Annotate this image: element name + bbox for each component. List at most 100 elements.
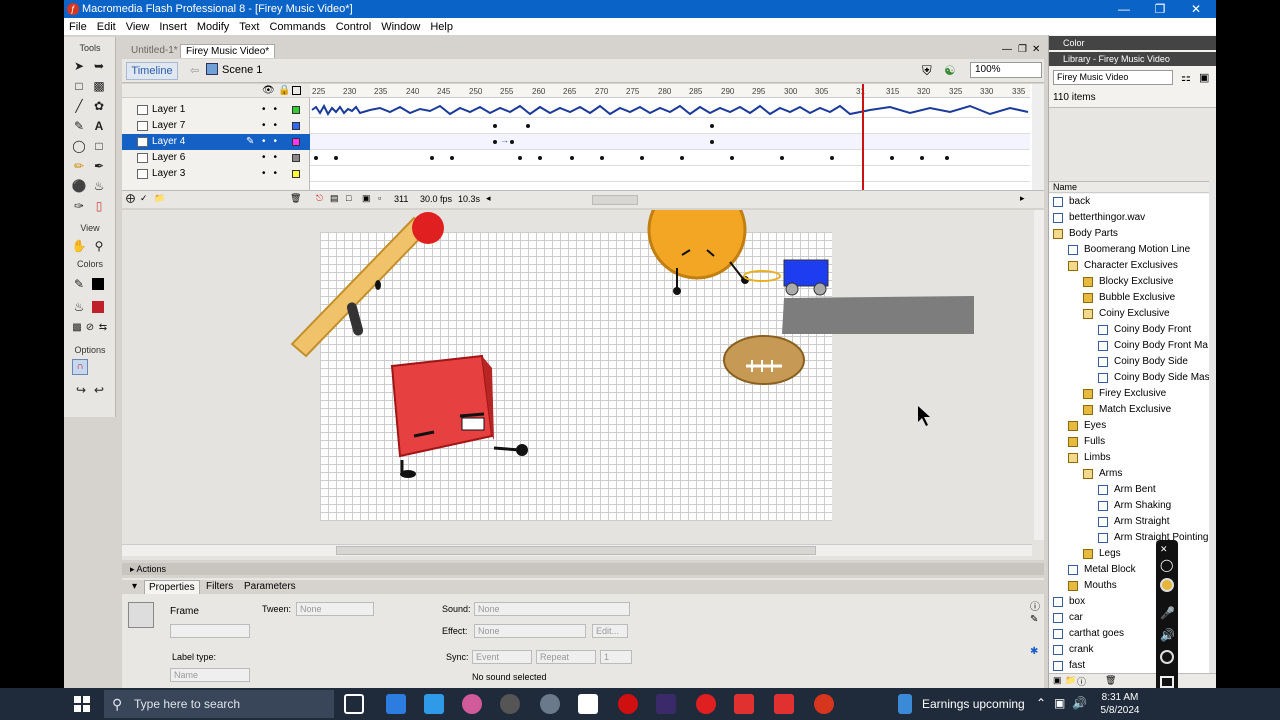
keyframe[interactable] [334, 156, 338, 160]
library-vscroll[interactable] [1209, 181, 1216, 675]
menu-control[interactable]: Control [331, 21, 376, 33]
keyframe[interactable] [570, 156, 574, 160]
tab-parameters[interactable]: Parameters [240, 580, 300, 594]
tab-firey-music-video[interactable]: Firey Music Video* [180, 44, 276, 58]
color-panel-header[interactable]: Color [1049, 36, 1216, 50]
app-icon[interactable] [578, 694, 598, 714]
library-item[interactable]: Blocky Exclusive [1049, 274, 1209, 290]
library-item[interactable]: Arms [1049, 466, 1209, 482]
paint-app-icon[interactable] [462, 694, 482, 714]
keyframe[interactable] [430, 156, 434, 160]
snap-magnet-icon[interactable]: ∩ [72, 359, 88, 375]
taskbar-clock[interactable]: 8:31 AM 5/8/2024 [1094, 688, 1146, 720]
library-item[interactable]: Coiny Body Side [1049, 354, 1209, 370]
back-arrow-icon[interactable]: ⇦ [190, 64, 199, 77]
timeline-vscroll[interactable] [1032, 84, 1044, 190]
timeline-button[interactable]: Timeline [126, 62, 178, 80]
library-select[interactable]: Firey Music Video [1053, 70, 1173, 85]
library-item[interactable]: carthat goes [1049, 626, 1209, 642]
layer-toggles[interactable]: •• [262, 102, 285, 118]
frame-label-input[interactable] [170, 624, 250, 638]
ink-bottle-tool-icon[interactable]: ⚫ [70, 177, 88, 195]
volume-icon[interactable]: 🔊 [1072, 696, 1087, 710]
pencil-tool-icon[interactable]: ✏ [70, 157, 88, 175]
frame-ruler[interactable]: 225 230 235 240 245 250 255 260 265 270 … [310, 84, 1030, 98]
menu-window[interactable]: Window [376, 21, 425, 33]
label-type-select[interactable]: Name [170, 668, 250, 682]
close-icon[interactable]: ✕ [1178, 0, 1214, 18]
keyframe[interactable] [526, 124, 530, 128]
taskbar-search[interactable]: ⚲ Type here to search [104, 690, 334, 718]
mail-icon[interactable] [386, 694, 406, 714]
layer-color-swatch[interactable] [292, 106, 300, 114]
doc-minimize-icon[interactable]: — [1002, 44, 1012, 55]
layer-toggles[interactable]: •• [262, 118, 285, 134]
webcam-icon[interactable] [1160, 650, 1174, 664]
grey-metal-block[interactable] [782, 296, 974, 334]
news-text[interactable]: Earnings upcoming [922, 697, 1025, 711]
stroke-color-icon[interactable]: ✎ [70, 275, 88, 293]
rectangle-tool-icon[interactable]: □ [90, 137, 108, 155]
edit-symbols-icon[interactable]: ⛨ [922, 63, 932, 79]
onion-markers-icon[interactable]: ▫ [378, 193, 381, 203]
straighten-icon[interactable]: ↩ [90, 381, 108, 399]
eraser-tool-icon[interactable]: ▯ [90, 197, 108, 215]
new-folder-icon[interactable]: 📁 [1065, 675, 1076, 686]
library-item[interactable]: Body Parts [1049, 226, 1209, 242]
zoom-tool-icon[interactable]: ⚲ [90, 237, 108, 255]
pen-tool-icon[interactable]: ✎ [70, 117, 88, 135]
hand-tool-icon[interactable]: ✋ [70, 237, 88, 255]
microphone-icon[interactable]: 🎤 [1160, 606, 1175, 620]
edit-effect-button[interactable]: Edit... [592, 624, 628, 638]
minimize-icon[interactable]: — [1106, 0, 1142, 18]
menu-file[interactable]: File [64, 21, 92, 33]
keyframe[interactable] [710, 140, 714, 144]
menu-insert[interactable]: Insert [154, 21, 192, 33]
layer-row[interactable]: Layer 7 •• [122, 118, 310, 134]
record-icon[interactable] [1160, 578, 1174, 592]
scroll-left-icon[interactable]: ◂ [486, 193, 491, 204]
frame-row[interactable] [310, 102, 1030, 118]
keyframe[interactable] [510, 140, 514, 144]
match-character[interactable] [290, 212, 444, 358]
add-layer-icon[interactable]: ⨁ [126, 193, 135, 204]
layer-row[interactable]: Layer 1 •• [122, 102, 310, 118]
brush-tool-icon[interactable]: ✒ [90, 157, 108, 175]
library-item[interactable]: Metal Block [1049, 562, 1209, 578]
keyframe[interactable] [538, 156, 542, 160]
repeat-select[interactable]: Repeat [536, 650, 596, 664]
layer-color-swatch[interactable] [292, 122, 300, 130]
layer-color-swatch[interactable] [292, 154, 300, 162]
camera-icon[interactable]: ◯ [1160, 558, 1173, 572]
task-view-icon[interactable] [344, 694, 364, 714]
layer-color-swatch[interactable] [292, 138, 300, 146]
fill-color-swatch[interactable] [92, 301, 104, 313]
lasso-tool-icon[interactable]: ✿ [90, 97, 108, 115]
library-item[interactable]: Boomerang Motion Line [1049, 242, 1209, 258]
frame-grid[interactable]: 225 230 235 240 245 250 255 260 265 270 … [310, 84, 1030, 190]
stage-workspace[interactable] [122, 210, 1044, 560]
center-frame-icon[interactable]: ⎋ [316, 193, 323, 204]
library-item[interactable]: Match Exclusive [1049, 402, 1209, 418]
keyframe[interactable] [730, 156, 734, 160]
keyframe[interactable] [945, 156, 949, 160]
lock-icon[interactable]: 🔒 [278, 85, 290, 96]
library-item[interactable]: Character Exclusives [1049, 258, 1209, 274]
coiny-character[interactable] [647, 210, 749, 295]
menu-help[interactable]: Help [425, 21, 458, 33]
library-item[interactable]: Mouths [1049, 578, 1209, 594]
flash-taskbar-icon[interactable] [814, 694, 834, 714]
line-tool-icon[interactable]: ╱ [70, 97, 88, 115]
library-item[interactable]: Arm Bent [1049, 482, 1209, 498]
oval-tool-icon[interactable]: ◯ [70, 137, 88, 155]
layer-row-selected[interactable]: Layer 4 ✎ •• [122, 134, 310, 150]
app-icon[interactable] [656, 694, 676, 714]
menu-edit[interactable]: Edit [92, 21, 121, 33]
news-icon[interactable] [898, 694, 912, 714]
text-tool-icon[interactable]: A [90, 117, 108, 135]
keyframe[interactable] [600, 156, 604, 160]
keyframe[interactable] [493, 140, 497, 144]
library-item[interactable]: box [1049, 594, 1209, 610]
outline-icon[interactable] [292, 86, 301, 95]
roblox-icon[interactable] [774, 694, 794, 714]
